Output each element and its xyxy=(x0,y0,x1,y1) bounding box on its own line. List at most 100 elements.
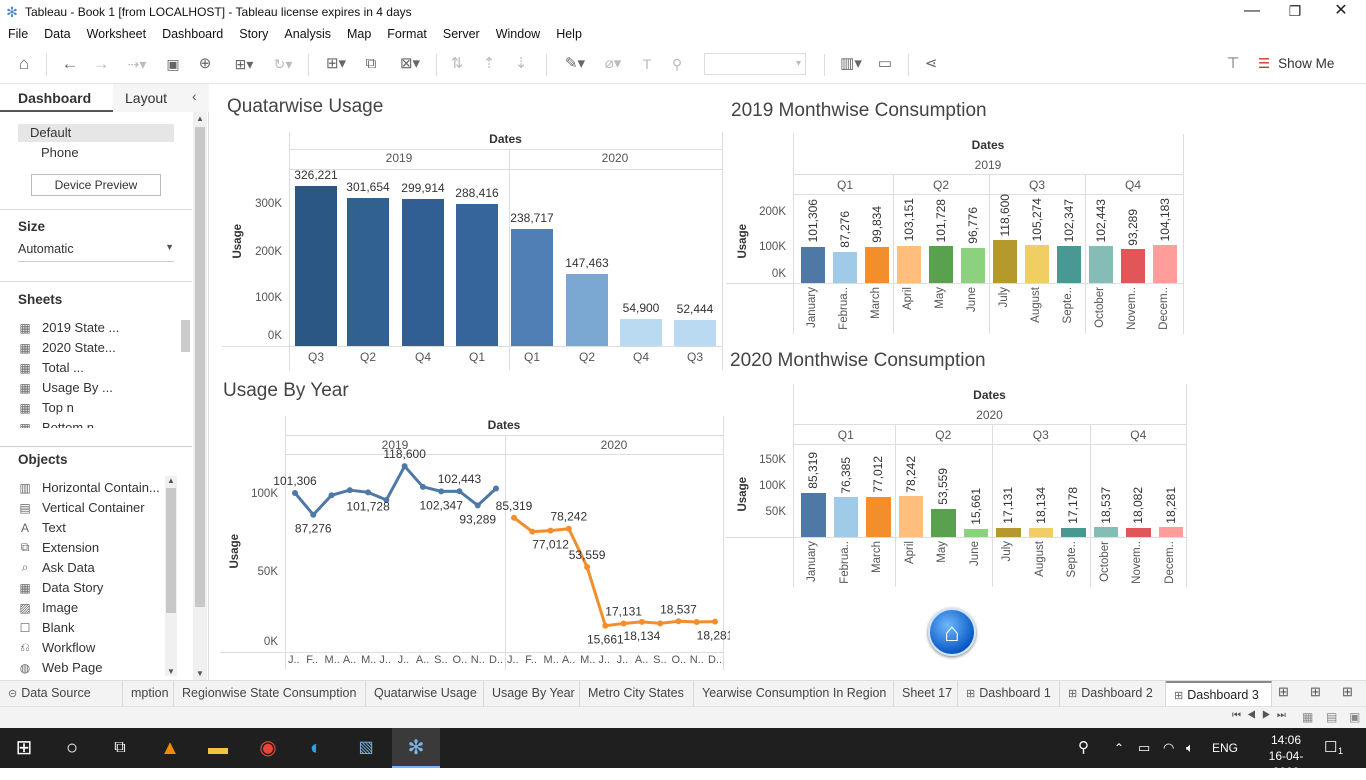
sheet-tab[interactable]: Sheet 17 xyxy=(894,681,958,706)
show-mark-labels-icon[interactable]: T xyxy=(636,52,658,76)
notifications-icon[interactable]: ☐ xyxy=(1324,728,1337,768)
sheet-tab[interactable]: ⊞ Dashboard 1 xyxy=(958,681,1060,706)
file-explorer-icon[interactable]: ▬ xyxy=(194,728,242,768)
month-bar[interactable] xyxy=(898,496,923,537)
new-worksheet-tab-icon[interactable]: ⊞ xyxy=(1278,684,1289,700)
object-item[interactable]: ⎌ Workflow xyxy=(18,640,95,655)
pause-updates-icon[interactable]: ⊞▾ xyxy=(226,52,262,76)
new-data-source-icon[interactable]: ⊕ xyxy=(194,52,216,76)
object-item[interactable]: ▦ Data Story xyxy=(18,580,103,595)
sheet-navigation-icon[interactable]: ⏮◀▶⏭ xyxy=(1232,710,1292,721)
sheet-item[interactable]: ▦ Total ... xyxy=(18,360,84,375)
usage-point[interactable] xyxy=(675,618,682,625)
app-icon[interactable]: ▧ xyxy=(342,728,390,768)
month-bar[interactable] xyxy=(1028,527,1053,537)
wifi-icon[interactable]: ◠ xyxy=(1163,728,1174,768)
edge-icon[interactable]: ◐ xyxy=(292,728,340,768)
pin-icon[interactable]: ⊤ xyxy=(1222,52,1244,76)
minimize-button[interactable]: — xyxy=(1229,0,1275,24)
clear-sheet-icon[interactable]: ⊠▾ xyxy=(392,52,428,76)
menu-server[interactable]: Server xyxy=(443,27,480,41)
menu-dashboard[interactable]: Dashboard xyxy=(162,27,223,41)
menu-format[interactable]: Format xyxy=(387,27,427,41)
object-item[interactable]: ⧉ Extension xyxy=(18,540,99,555)
month-bar[interactable] xyxy=(1126,527,1151,537)
tableau-taskbar-icon[interactable]: ✻ xyxy=(392,728,440,768)
show-me-button[interactable]: ☰ Show Me xyxy=(1258,52,1358,76)
object-item[interactable]: A Text xyxy=(18,520,66,535)
menu-data[interactable]: Data xyxy=(44,27,70,41)
sort-ascending-icon[interactable]: ⇡ xyxy=(478,52,500,76)
sheet-item[interactable]: ▦ Top n xyxy=(18,400,73,415)
month-bar[interactable] xyxy=(1158,527,1183,537)
battery-icon[interactable]: ▭ xyxy=(1138,728,1150,768)
month-bar[interactable] xyxy=(1061,528,1086,537)
people-icon[interactable]: ⚲ xyxy=(1078,728,1089,768)
size-dropdown[interactable]: Automatic ▼ xyxy=(18,242,174,262)
object-item[interactable]: ▤ Vertical Container xyxy=(18,500,144,515)
sheet-tab[interactable]: Yearwise Consumption In Region xyxy=(694,681,894,706)
undo-icon[interactable]: ← xyxy=(58,52,82,76)
sheet-tab[interactable]: Quatarwise Usage xyxy=(366,681,484,706)
sheet-tab[interactable]: Metro City States xyxy=(580,681,694,706)
menu-map[interactable]: Map xyxy=(347,27,371,41)
device-default[interactable]: Default xyxy=(18,124,174,142)
home-icon[interactable]: ⌂ xyxy=(12,52,36,76)
menu-window[interactable]: Window xyxy=(496,27,540,41)
object-item[interactable]: ▥ Horizontal Contain... xyxy=(18,480,159,495)
tabs-icon[interactable]: ▣ xyxy=(1349,710,1360,724)
menu-file[interactable]: File xyxy=(8,27,28,41)
month-bar[interactable] xyxy=(963,528,988,537)
panel-scrollbar[interactable]: ▲ ▼ xyxy=(193,112,207,680)
sheet-item[interactable]: ▦ 2019 State ... xyxy=(18,320,119,335)
show-cards-icon[interactable]: ▥▾ xyxy=(834,52,868,76)
device-preview-button[interactable]: Device Preview xyxy=(31,174,161,196)
sheet-tab[interactable]: mption xyxy=(123,681,174,706)
object-item[interactable]: ☐ Blank xyxy=(18,620,75,635)
month-bar[interactable] xyxy=(931,509,956,537)
usage-point[interactable] xyxy=(712,618,718,625)
highlight-icon[interactable]: ✎▾ xyxy=(558,52,592,76)
new-story-tab-icon[interactable]: ⊞ xyxy=(1342,684,1353,700)
save-icon[interactable]: ▣ xyxy=(162,52,184,76)
sheet-tab[interactable]: ⊞ Dashboard 3 xyxy=(1166,681,1272,706)
sheet-item[interactable]: ▦ 2020 State... xyxy=(18,340,115,355)
sort-descending-icon[interactable]: ⇣ xyxy=(510,52,532,76)
replay-icon[interactable]: ⇢▾ xyxy=(120,52,154,76)
month-bar[interactable] xyxy=(996,528,1021,537)
sheet-tab[interactable]: ⊞ Dashboard 2 xyxy=(1060,681,1166,706)
usage-point[interactable] xyxy=(657,620,664,627)
object-item[interactable]: ▨ Image xyxy=(18,600,78,615)
task-view-icon[interactable]: ⧉ xyxy=(96,728,144,768)
search-icon[interactable]: ○ xyxy=(48,728,96,768)
sheet-tab[interactable]: Regionwise State Consumption xyxy=(174,681,366,706)
restore-button[interactable]: ❐ xyxy=(1272,0,1318,24)
usage-point[interactable] xyxy=(602,622,609,629)
object-item[interactable]: ⌕ Ask Data xyxy=(18,560,95,575)
menu-worksheet[interactable]: Worksheet xyxy=(87,27,147,41)
sheet-tab[interactable]: ⊝ Data Source xyxy=(0,681,123,706)
menu-help[interactable]: Help xyxy=(556,27,582,41)
device-phone[interactable]: Phone xyxy=(41,145,79,160)
refresh-icon[interactable]: ↻▾ xyxy=(265,52,301,76)
clock[interactable]: 14:06 16-04-2023 xyxy=(1256,732,1316,780)
new-worksheet-icon[interactable]: ⊞▾ xyxy=(318,52,354,76)
menu-analysis[interactable]: Analysis xyxy=(284,27,331,41)
sheet-tab[interactable]: Usage By Year xyxy=(484,681,580,706)
fit-dropdown[interactable]: ▾ xyxy=(704,53,806,75)
fix-axes-icon[interactable]: ⚲ xyxy=(666,52,688,76)
collapse-panel-icon[interactable]: ‹ xyxy=(192,88,197,104)
sheet-item[interactable]: ▦ Usage By ... xyxy=(18,380,112,395)
share-icon[interactable]: ⋖ xyxy=(920,52,942,76)
home-button-icon[interactable]: ⌂ xyxy=(928,608,976,656)
usage-point[interactable] xyxy=(638,618,645,625)
group-members-icon[interactable]: ⌀▾ xyxy=(596,52,630,76)
sheets-scrollbar[interactable] xyxy=(181,320,190,352)
windows-start-icon[interactable]: ⊞ xyxy=(0,728,48,768)
filmstrip-icon[interactable]: ▤ xyxy=(1326,710,1337,724)
month-bar[interactable] xyxy=(833,497,858,537)
usage-point[interactable] xyxy=(620,620,627,627)
chrome-icon[interactable]: ◉ xyxy=(244,728,292,768)
redo-icon[interactable]: → xyxy=(89,52,113,76)
month-bar[interactable] xyxy=(801,492,826,537)
